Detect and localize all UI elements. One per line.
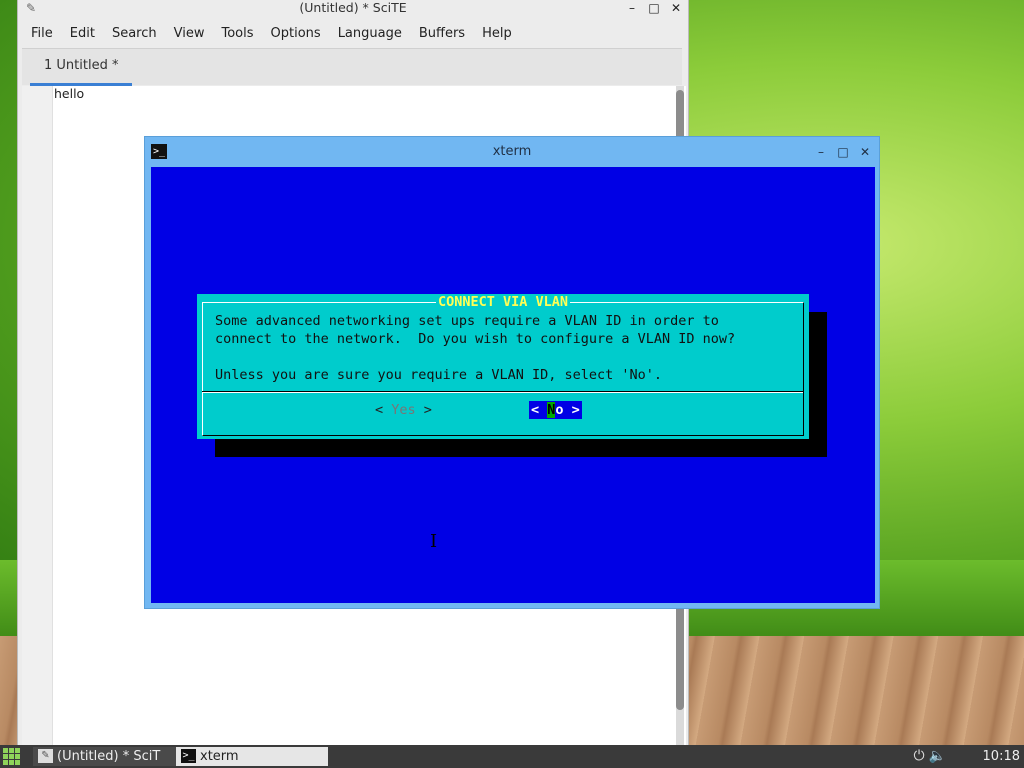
menu-view[interactable]: View <box>165 22 213 46</box>
terminal-screen[interactable]: CONNECT VIA VLAN Some advanced networkin… <box>151 167 875 603</box>
start-menu-icon[interactable] <box>3 748 20 765</box>
close-icon[interactable]: ✕ <box>859 144 871 160</box>
dialog-blank-line <box>215 348 735 366</box>
menu-tools[interactable]: Tools <box>212 22 261 46</box>
maximize-icon[interactable]: □ <box>837 144 849 160</box>
scite-window-controls: – □ ✕ <box>626 0 682 16</box>
minimize-icon[interactable]: – <box>815 144 827 160</box>
scite-titlebar[interactable]: ✎ (Untitled) * SciTE – □ ✕ <box>18 0 688 18</box>
menu-options[interactable]: Options <box>262 22 329 46</box>
power-icon[interactable]: ⏻ <box>913 748 924 765</box>
clock[interactable]: 10:18 <box>983 745 1020 768</box>
maximize-icon[interactable]: □ <box>648 0 660 16</box>
terminal-icon: >_ <box>181 749 196 763</box>
taskbar: ✎ (Untitled) * SciT >_ xterm ⏻ 🔈 10:18 <box>0 745 1024 768</box>
scite-tabbar: 1 Untitled * <box>22 48 682 86</box>
vlan-dialog: CONNECT VIA VLAN Some advanced networkin… <box>197 294 809 439</box>
taskbar-item-label: xterm <box>200 749 239 764</box>
scite-window-title: (Untitled) * SciTE <box>299 0 407 15</box>
tab-untitled[interactable]: 1 Untitled * <box>30 49 133 86</box>
dialog-line-2: connect to the network. Do you wish to c… <box>215 331 736 347</box>
dialog-separator <box>202 391 803 393</box>
system-tray: ⏻ 🔈 <box>913 748 946 765</box>
close-icon[interactable]: ✕ <box>670 0 682 16</box>
scite-app-icon: ✎ <box>25 1 37 15</box>
xterm-window-title: xterm <box>492 144 532 159</box>
taskbar-item-label: (Untitled) * SciT <box>57 749 161 764</box>
dialog-line-3: Unless you are sure you require a VLAN I… <box>215 367 663 383</box>
menu-file[interactable]: File <box>22 22 61 46</box>
line-number-gutter <box>22 86 53 746</box>
dialog-line-1: Some advanced networking set ups require… <box>215 313 719 329</box>
terminal-icon: >_ <box>151 144 167 159</box>
dialog-title: CONNECT VIA VLAN <box>435 294 571 310</box>
menu-buffers[interactable]: Buffers <box>410 22 473 46</box>
yes-button[interactable]: < Yes > <box>375 401 432 419</box>
xterm-window-controls: – □ ✕ <box>815 144 871 160</box>
wallpaper-leaves <box>690 0 1024 140</box>
taskbar-item-scite[interactable]: ✎ (Untitled) * SciT <box>33 747 185 766</box>
minimize-icon[interactable]: – <box>626 0 638 16</box>
menu-language[interactable]: Language <box>329 22 410 46</box>
no-button[interactable]: < No > <box>529 401 582 419</box>
volume-icon[interactable]: 🔈 <box>929 748 946 765</box>
dialog-message: Some advanced networking set ups require… <box>215 312 735 384</box>
editor-text-line: hello <box>54 86 85 101</box>
taskbar-item-xterm[interactable]: >_ xterm <box>176 747 328 766</box>
scite-menubar: File Edit Search View Tools Options Lang… <box>22 22 520 46</box>
menu-edit[interactable]: Edit <box>61 22 103 46</box>
menu-help[interactable]: Help <box>473 22 520 46</box>
text-cursor-icon: I <box>430 531 438 552</box>
menu-search[interactable]: Search <box>103 22 165 46</box>
xterm-titlebar[interactable]: >_ xterm – □ ✕ <box>145 137 879 167</box>
scite-app-icon: ✎ <box>38 749 53 763</box>
xterm-window: >_ xterm – □ ✕ CONNECT VIA VLAN Some adv… <box>144 136 880 609</box>
